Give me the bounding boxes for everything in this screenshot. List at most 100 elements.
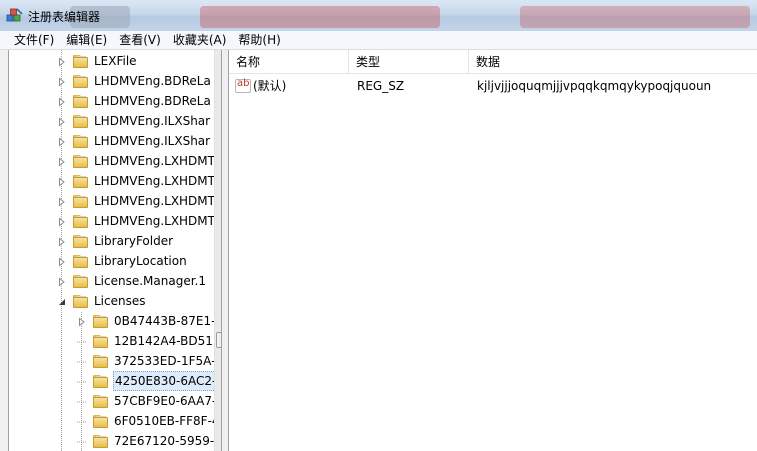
tree-item-label: LHDMVEng.LXHDMT (94, 174, 215, 188)
folder-icon (93, 394, 109, 408)
tree-item[interactable]: LibraryLocation (57, 251, 188, 271)
title-bar-glow (200, 6, 440, 28)
column-data-header[interactable]: 数据 (469, 50, 757, 74)
tree-item[interactable]: 0B47443B-87E1- (77, 311, 216, 331)
tree-item[interactable]: LEXFile (57, 51, 138, 71)
tree-item[interactable]: LHDMVEng.LXHDMT (57, 191, 216, 211)
tree-connector (71, 356, 87, 366)
expand-arrow-icon[interactable] (57, 256, 67, 267)
folder-icon (73, 114, 89, 128)
folder-icon (73, 294, 89, 308)
expand-arrow-icon[interactable] (57, 96, 67, 107)
expand-arrow-icon[interactable] (57, 276, 67, 287)
folder-icon (93, 334, 109, 348)
expand-arrow-icon[interactable] (57, 196, 67, 207)
menu-edit[interactable]: 编辑(E) (60, 32, 113, 49)
tree-item[interactable]: LHDMVEng.LXHDMT (57, 151, 216, 171)
tree-item-label: LHDMVEng.ILXShar (94, 134, 211, 148)
tree-connector (71, 376, 87, 386)
column-type-header[interactable]: 类型 (349, 50, 469, 74)
folder-icon (93, 434, 109, 448)
tree-connector (71, 336, 87, 346)
folder-icon (73, 214, 89, 228)
tree-connector (71, 436, 87, 446)
menu-help[interactable]: 帮助(H) (232, 32, 286, 49)
menu-bar: 文件(F) 编辑(E) 查看(V) 收藏夹(A) 帮助(H) (0, 31, 757, 50)
tree-item[interactable]: LibraryFolder (57, 231, 174, 251)
value-type: REG_SZ (357, 79, 405, 93)
string-value-icon: ab (235, 78, 251, 93)
folder-icon (73, 274, 89, 288)
value-name: (默认) (253, 79, 287, 93)
folder-icon (93, 414, 109, 428)
expand-arrow-icon[interactable] (57, 56, 67, 67)
tree-item[interactable]: LHDMVEng.BDReLa (57, 91, 212, 111)
folder-icon (93, 314, 109, 328)
folder-icon (73, 154, 89, 168)
tree-item-label: LEXFile (94, 54, 137, 68)
tree-item-label: LHDMVEng.BDReLa (94, 74, 211, 88)
expand-arrow-icon[interactable] (57, 236, 67, 247)
tree-item-label: LHDMVEng.BDReLa (94, 94, 211, 108)
tree-item[interactable]: 6F0510EB-FF8F-4 (71, 411, 221, 431)
menu-file[interactable]: 文件(F) (8, 32, 60, 49)
tree-item[interactable]: License.Manager.1 (57, 271, 207, 291)
collapse-arrow-icon[interactable] (57, 296, 67, 306)
tree-item-label: 72E67120-5959- (114, 434, 215, 448)
tree-item-label: LHDMVEng.LXHDMT (94, 194, 215, 208)
tree-item-label: LHDMVEng.LXHDMT (94, 214, 215, 228)
tree-scrollbar[interactable] (214, 50, 221, 451)
tree-item-label: 12B142A4-BD51 (114, 334, 213, 348)
column-name-header[interactable]: 名称 (229, 50, 349, 74)
tree-item[interactable]: LHDMVEng.LXHDMT (57, 171, 216, 191)
tree-item-label: 6F0510EB-FF8F-4 (114, 414, 220, 428)
folder-icon (73, 254, 89, 268)
tree-item-label: LHDMVEng.ILXShar (94, 114, 211, 128)
tree-item[interactable]: LHDMVEng.ILXShar (57, 111, 211, 131)
folder-icon (73, 74, 89, 88)
regedit-icon (6, 8, 23, 22)
tree-item[interactable]: 57CBF9E0-6AA7- (71, 391, 217, 411)
tree-item[interactable]: 12B142A4-BD51 (71, 331, 214, 351)
registry-tree[interactable]: LEXFile LHDMVEng.BDReLa LHDMVEng.BDReLa LHD… (8, 50, 222, 451)
list-row[interactable]: ab (默认) REG_SZ kjljvjjjoquqmjjjvpqqkqmqy… (229, 76, 757, 96)
title-bar-glow (520, 6, 750, 28)
tree-item[interactable]: LHDMVEng.ILXShar (57, 131, 211, 151)
tree-item[interactable]: Licenses (57, 291, 147, 311)
folder-icon (93, 374, 109, 388)
tree-item[interactable]: LHDMVEng.LXHDMT (57, 211, 216, 231)
folder-icon (73, 234, 89, 248)
folder-icon (73, 134, 89, 148)
expand-arrow-icon[interactable] (57, 216, 67, 227)
tree-item-label: 372533ED-1F5A- (114, 354, 216, 368)
tree-item-label: Licenses (94, 294, 146, 308)
folder-icon (73, 94, 89, 108)
tree-item-label: LHDMVEng.LXHDMT (94, 154, 215, 168)
tree-item[interactable]: 4250E830-6AC2- (71, 371, 219, 391)
menu-favorites[interactable]: 收藏夹(A) (167, 32, 233, 49)
tree-connector (71, 416, 87, 426)
tree-item-label: License.Manager.1 (94, 274, 207, 288)
window-title: 注册表编辑器 (28, 10, 101, 24)
expand-arrow-icon[interactable] (57, 116, 67, 127)
tree-item[interactable]: 72E67120-5959- (71, 431, 215, 451)
tree-item-label: LibraryFolder (94, 234, 174, 248)
folder-icon (73, 194, 89, 208)
expand-arrow-icon[interactable] (57, 156, 67, 167)
tree-item-label: 4250E830-6AC2- (113, 371, 219, 391)
expand-arrow-icon[interactable] (77, 316, 87, 327)
tree-item[interactable]: LHDMVEng.BDReLa (57, 71, 212, 91)
tree-item-label: 57CBF9E0-6AA7- (114, 394, 217, 408)
tree-item-label: LibraryLocation (94, 254, 187, 268)
expand-arrow-icon[interactable] (57, 176, 67, 187)
expand-arrow-icon[interactable] (57, 136, 67, 147)
folder-icon (73, 54, 89, 68)
expand-arrow-icon[interactable] (57, 76, 67, 87)
tree-item[interactable]: 372533ED-1F5A- (71, 351, 216, 371)
tree-item-label: 0B47443B-87E1- (114, 314, 216, 328)
menu-view[interactable]: 查看(V) (113, 32, 167, 49)
values-list[interactable]: 名称 类型 数据 ab (默认) REG_SZ kjljvjjjoquqmjjj… (228, 50, 757, 451)
folder-icon (93, 354, 109, 368)
tree-connector (71, 396, 87, 406)
folder-icon (73, 174, 89, 188)
